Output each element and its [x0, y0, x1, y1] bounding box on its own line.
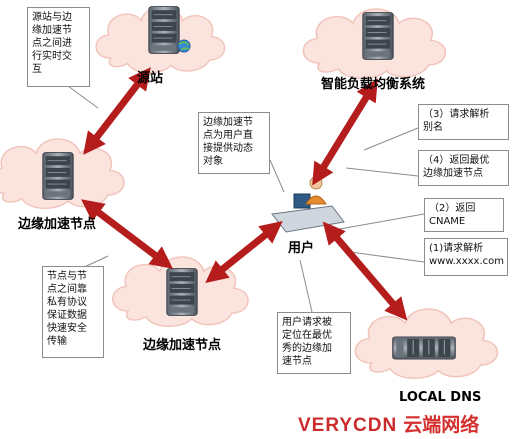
note-edge-serves-user: 边缘加速节 点为用户直 接提供动态 对象	[198, 112, 270, 174]
origin-server-icon	[148, 6, 180, 54]
arrow-user-dns	[322, 221, 408, 321]
edge-top-label: 边缘加速节点	[18, 217, 97, 232]
gslb-label: 智能负载均衡系统	[321, 77, 426, 92]
origin-node	[95, 6, 226, 74]
local-dns-node	[354, 308, 499, 380]
brand-name: VERYCDN	[298, 415, 398, 436]
note-step2: （2）返回 CNAME	[424, 198, 504, 232]
user-node	[271, 176, 345, 233]
arrow-origin-edge	[83, 67, 151, 155]
edge-bottom-server-icon	[166, 268, 198, 316]
note-step4: （4）返回最优 边缘加速节点	[418, 150, 509, 186]
brand-logo: VERYCDN 云端网络	[298, 410, 510, 436]
desk	[271, 205, 345, 233]
note-private-protocol: 节点与节 点之间靠 私有协议 保证数据 快速安全 传输	[42, 266, 104, 358]
note-origin-realtime: 源站与边 缘加速节 点之间进 行实时交互	[27, 7, 90, 87]
gslb-server-icon	[362, 12, 394, 60]
arrow-user-edge	[205, 221, 283, 283]
note-step1: (1)请求解析 www.xxxx.com	[424, 238, 508, 276]
local-dns-server-icon	[392, 336, 456, 360]
local-dns-label: LOCAL DNS	[399, 390, 482, 405]
note-step3: （3）请求解析 别名	[418, 104, 509, 140]
arrow-edge-edge	[81, 199, 173, 269]
edge-top-node	[0, 138, 125, 210]
edge-bottom-label: 边缘加速节点	[143, 338, 222, 353]
note-user-located: 用户请求被 定位在最优 秀的边缘加 速节点	[277, 312, 351, 374]
origin-label: 源站	[137, 71, 164, 86]
gslb-node	[302, 8, 447, 80]
edge-top-server-icon	[42, 152, 74, 200]
user-label: 用户	[288, 241, 315, 256]
brand-subtitle: 云端网络	[403, 415, 480, 436]
arrow-gslb-user	[312, 78, 378, 186]
person-head-icon	[309, 176, 323, 190]
